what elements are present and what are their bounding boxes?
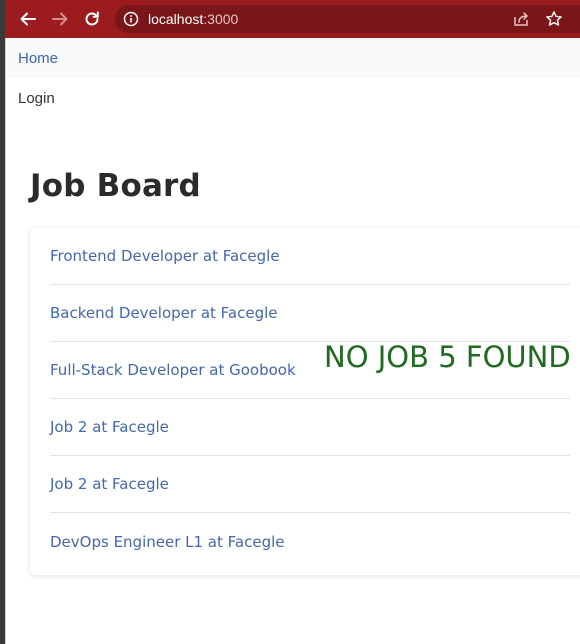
list-item: DevOps Engineer L1 at Facegle: [50, 513, 570, 570]
top-navbar: Home: [6, 38, 580, 78]
address-bar[interactable]: localhost:3000: [115, 5, 580, 33]
star-icon[interactable]: [545, 10, 563, 28]
job-link[interactable]: Backend Developer at Facegle: [50, 304, 278, 322]
url-port: :3000: [203, 11, 239, 27]
back-arrow-icon[interactable]: [18, 9, 38, 29]
job-link[interactable]: Frontend Developer at Facegle: [50, 247, 280, 265]
job-list-card: Frontend Developer at Facegle Backend De…: [30, 228, 580, 575]
job-link[interactable]: Job 2 at Facegle: [50, 475, 169, 493]
browser-toolbar: localhost:3000: [0, 0, 580, 38]
list-item: Frontend Developer at Facegle: [50, 228, 570, 285]
forward-arrow-icon[interactable]: [50, 9, 70, 29]
url-host: localhost: [148, 11, 204, 27]
job-link[interactable]: Job 2 at Facegle: [50, 418, 169, 436]
list-item: Backend Developer at Facegle: [50, 285, 570, 342]
nav-home-link[interactable]: Home: [18, 50, 58, 67]
job-list: Frontend Developer at Facegle Backend De…: [30, 228, 580, 570]
list-item: Job 2 at Facegle: [50, 399, 570, 456]
reload-icon[interactable]: [82, 9, 102, 29]
page-title: Job Board: [30, 168, 201, 204]
info-icon[interactable]: [123, 11, 139, 27]
job-link[interactable]: DevOps Engineer L1 at Facegle: [50, 533, 285, 551]
share-icon[interactable]: [513, 11, 531, 27]
url-text[interactable]: localhost:3000: [148, 11, 238, 27]
list-item: Job 2 at Facegle: [50, 456, 570, 513]
job-link[interactable]: Full-Stack Developer at Goobook: [50, 361, 296, 379]
nav-login-link[interactable]: Login: [18, 90, 55, 107]
window-edge-divider: [5, 38, 6, 644]
not-found-message: NO JOB 5 FOUND: [324, 340, 571, 374]
